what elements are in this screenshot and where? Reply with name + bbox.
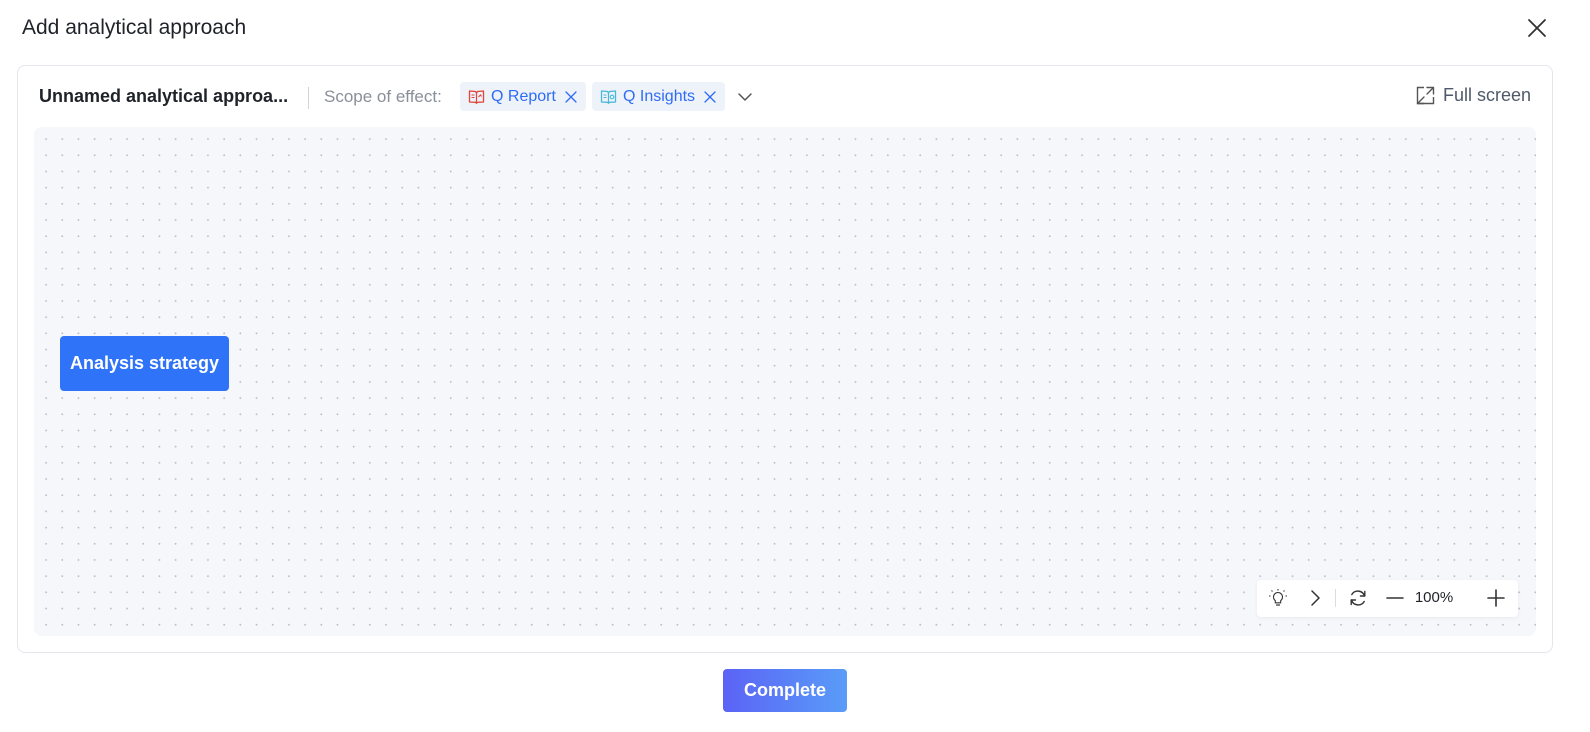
remove-tag-icon[interactable]	[564, 90, 578, 104]
zoom-controls: 100%	[1257, 580, 1518, 617]
expand-icon	[1416, 86, 1435, 105]
editor-toolbar: Unnamed analytical approa... Scope of ef…	[18, 66, 1552, 126]
scope-tag-q-report[interactable]: Q Report	[460, 82, 586, 111]
scope-label: Scope of effect:	[324, 87, 442, 106]
remove-tag-icon[interactable]	[703, 90, 717, 104]
insights-book-icon	[600, 88, 617, 105]
fullscreen-label: Full screen	[1442, 85, 1531, 105]
zoom-level: 100%	[1414, 589, 1454, 606]
scope-tag-label: Q Report	[491, 87, 556, 105]
plus-icon[interactable]	[1484, 586, 1508, 610]
lightbulb-icon[interactable]	[1266, 586, 1290, 610]
scope-tag-label: Q Insights	[623, 87, 696, 105]
close-icon[interactable]	[1526, 17, 1548, 39]
approach-editor-card: Unnamed analytical approa... Scope of ef…	[17, 65, 1553, 653]
add-approach-dialog: Add analytical approach Unnamed analytic…	[0, 0, 1590, 732]
scope-tag-q-insights[interactable]: Q Insights	[592, 82, 726, 111]
dialog-title: Add analytical approach	[22, 16, 247, 39]
chevron-right-icon[interactable]	[1303, 586, 1327, 610]
complete-button[interactable]: Complete	[723, 669, 847, 712]
approach-name[interactable]: Unnamed analytical approa...	[39, 86, 288, 107]
minus-icon[interactable]	[1383, 586, 1407, 610]
analysis-strategy-node[interactable]: Analysis strategy	[60, 336, 229, 391]
toolbar-divider	[308, 87, 309, 109]
chevron-down-icon[interactable]	[736, 88, 754, 106]
fullscreen-button[interactable]: Full screen	[1416, 85, 1531, 106]
report-book-icon	[468, 88, 485, 105]
mindmap-canvas[interactable]: Analysis strategy 100%	[34, 127, 1536, 636]
zoom-divider	[1335, 589, 1336, 607]
refresh-icon[interactable]	[1346, 586, 1370, 610]
